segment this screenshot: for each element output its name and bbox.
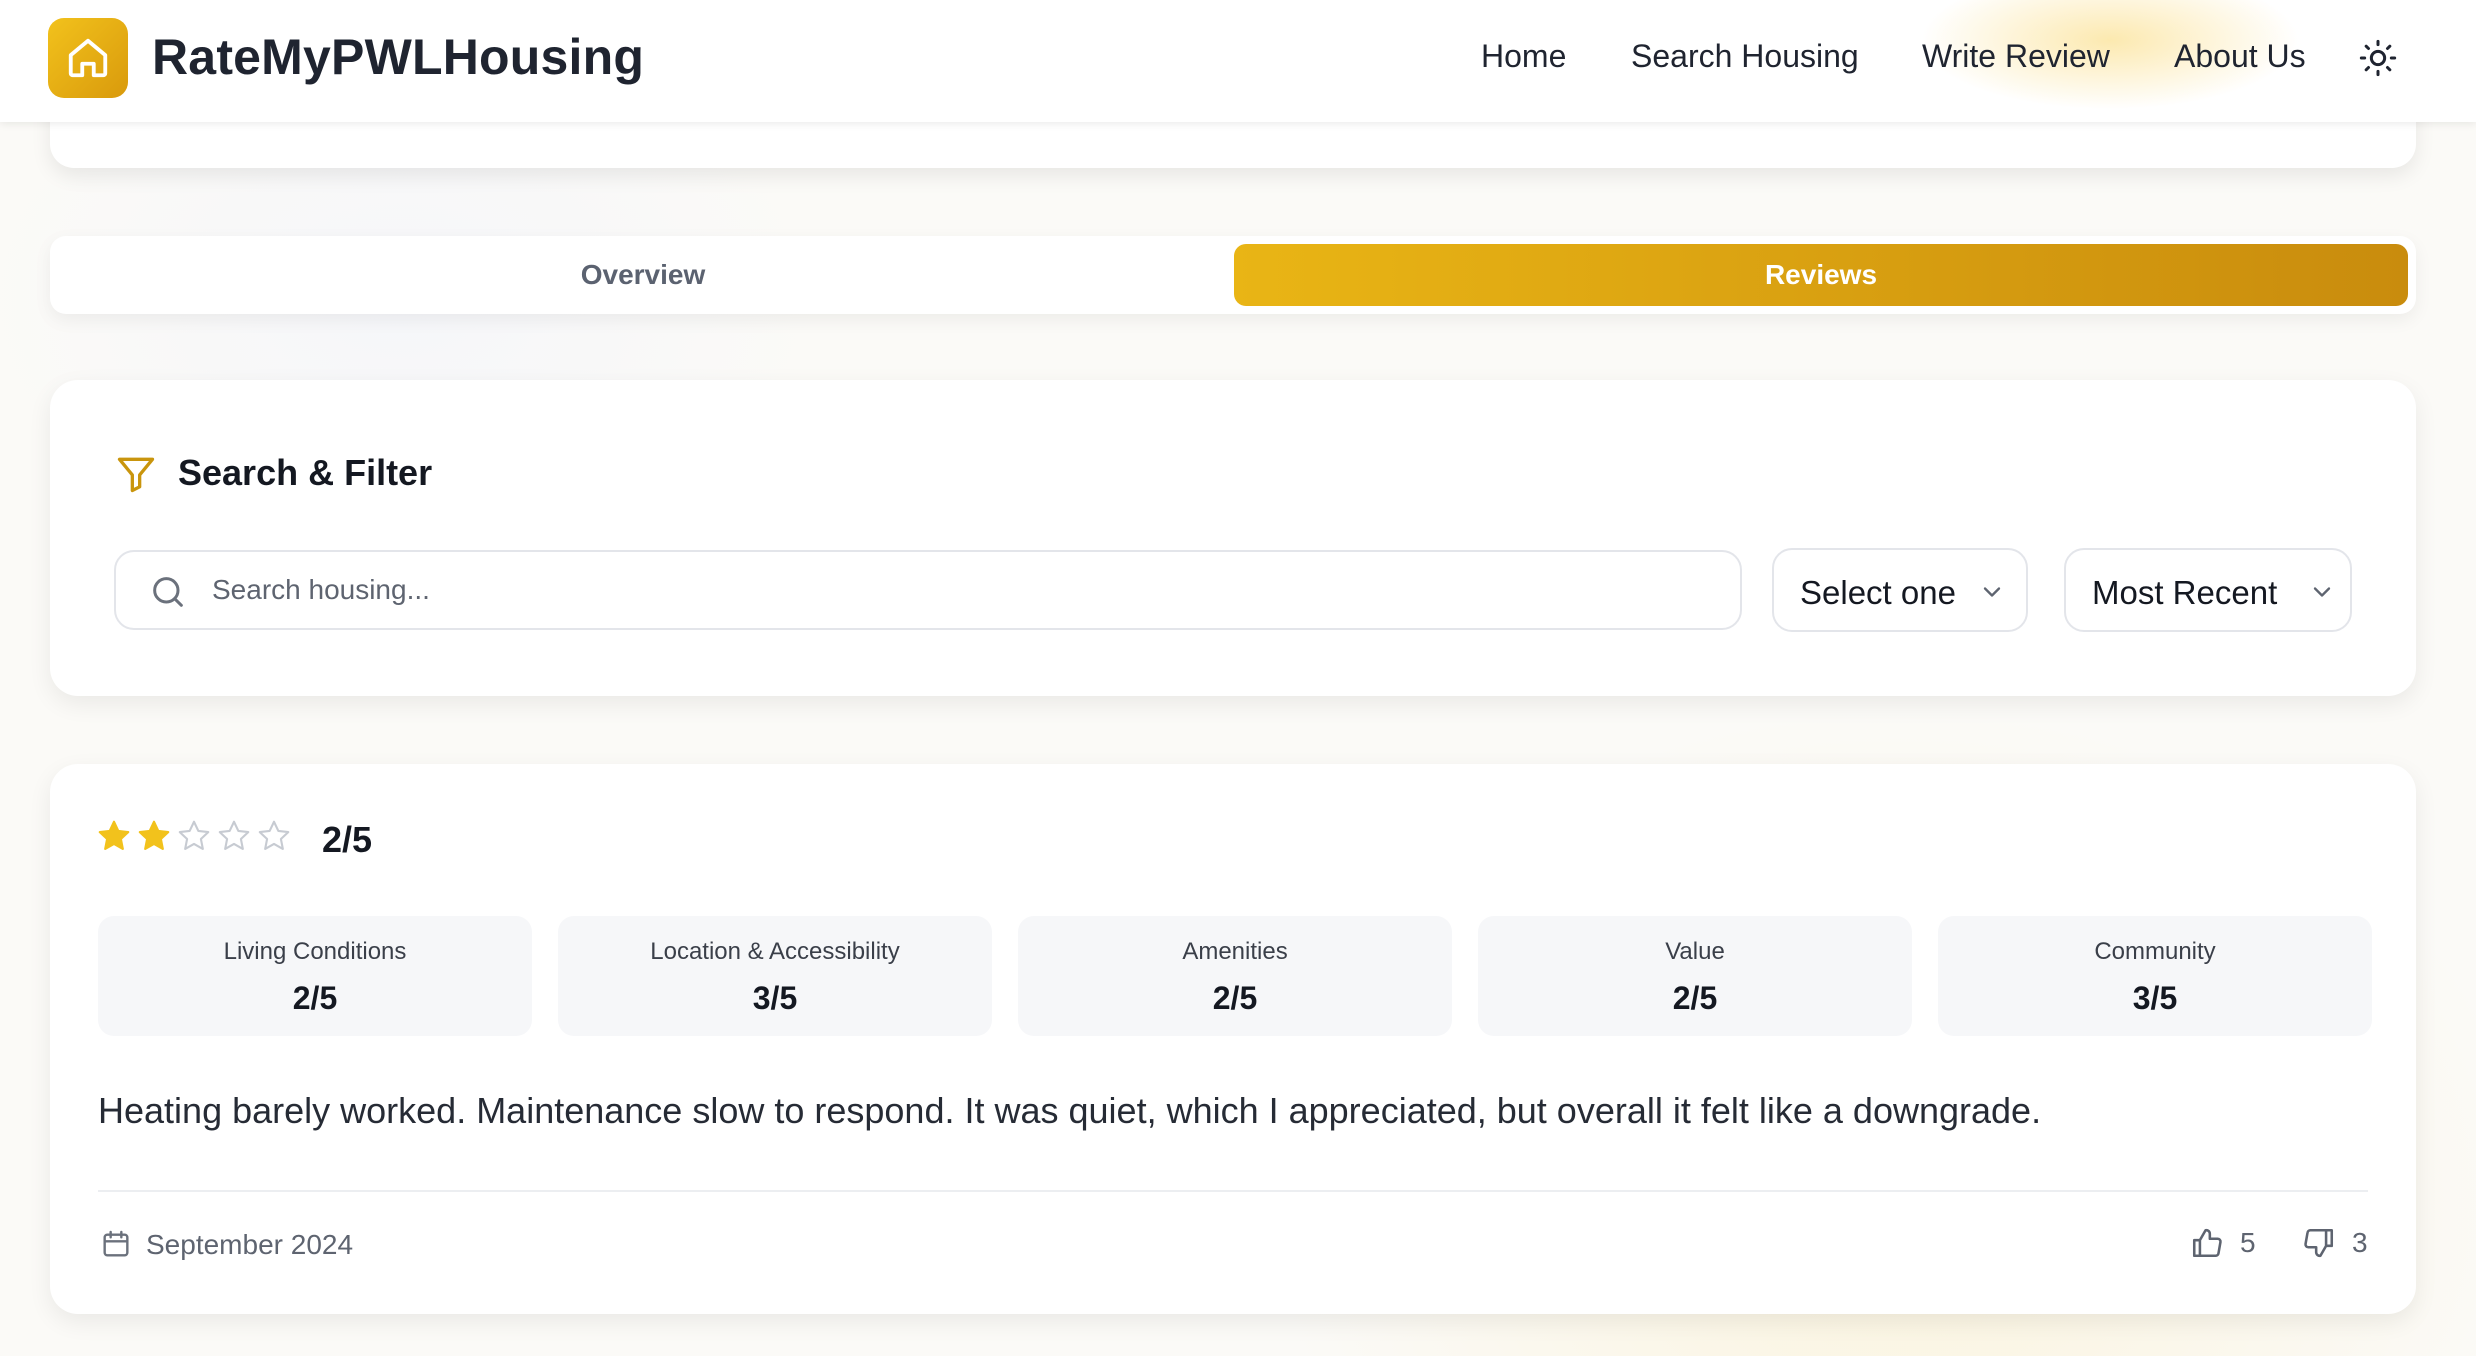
nav-search-housing[interactable]: Search Housing <box>1631 38 1859 75</box>
theme-toggle-button[interactable] <box>2358 38 2398 78</box>
star-empty-icon <box>178 820 210 850</box>
search-icon <box>153 577 183 607</box>
category-name: Community <box>2094 938 2216 965</box>
search-input[interactable] <box>212 552 1712 628</box>
category-name: Location & Accessibility <box>650 938 900 965</box>
nav-about-us[interactable]: About Us <box>2174 38 2306 75</box>
calendar-icon <box>103 1230 129 1257</box>
category-location-accessibility: Location & Accessibility 3/5 <box>558 916 992 1036</box>
unhelpful-button[interactable]: 3 <box>2302 1226 2368 1260</box>
overall-rating: 2/5 <box>322 819 373 860</box>
divider <box>98 1190 2368 1192</box>
category-living-conditions: Living Conditions 2/5 <box>98 916 532 1036</box>
sun-icon <box>2359 39 2397 77</box>
logo[interactable] <box>48 18 128 98</box>
nav-home[interactable]: Home <box>1481 38 1566 75</box>
filter-icon <box>117 457 155 493</box>
star-empty-icon <box>258 820 290 850</box>
sort-select[interactable]: Most Recent <box>2064 548 2352 632</box>
category-value: 3/5 <box>752 980 798 1016</box>
category-value: 2/5 <box>1672 980 1718 1016</box>
chevron-down-icon <box>1983 587 2001 597</box>
thumbs-up-icon <box>2192 1228 2222 1258</box>
category-value: 3/5 <box>2132 980 2178 1016</box>
tab-bar: Overview Reviews <box>50 236 2416 314</box>
thumbs-down-icon <box>2304 1228 2334 1258</box>
filter-title: Search & Filter <box>178 452 433 493</box>
helpful-count: 5 <box>2240 1227 2256 1258</box>
helpful-button[interactable]: 5 <box>2190 1226 2256 1260</box>
category-value: 2/5 <box>292 980 338 1016</box>
category-name: Amenities <box>1182 938 1288 965</box>
search-box <box>114 550 1742 630</box>
type-select[interactable]: Select one <box>1772 548 2028 632</box>
category-name: Living Conditions <box>223 938 407 965</box>
nav-write-review[interactable]: Write Review <box>1922 38 2110 75</box>
brand-name[interactable]: RateMyPWLHousing <box>152 28 644 86</box>
tab-overview[interactable]: Overview <box>58 244 1228 306</box>
star-filled-icon <box>138 820 170 850</box>
category-amenities: Amenities 2/5 <box>1018 916 1452 1036</box>
category-name: Value <box>1665 938 1725 965</box>
unhelpful-count: 3 <box>2352 1227 2368 1258</box>
star-rating <box>96 818 292 854</box>
star-empty-icon <box>218 820 250 850</box>
review-text: Heating barely worked. Maintenance slow … <box>98 1090 2042 1131</box>
sort-select-value: Most Recent <box>2092 574 2278 611</box>
tab-reviews[interactable]: Reviews <box>1234 244 2408 306</box>
category-ratings: Living Conditions 2/5 Location & Accessi… <box>98 916 2372 1036</box>
type-select-value: Select one <box>1800 574 1956 611</box>
search-filter-card: Search & Filter Select one Most Recent <box>50 380 2416 696</box>
home-icon <box>68 38 108 78</box>
chevron-down-icon <box>2313 587 2331 597</box>
review-date: September 2024 <box>146 1229 354 1260</box>
star-filled-icon <box>98 820 130 850</box>
category-community: Community 3/5 <box>1938 916 2372 1036</box>
category-value-rating: Value 2/5 <box>1478 916 1912 1036</box>
category-value: 2/5 <box>1212 980 1258 1016</box>
top-navbar: RateMyPWLHousing Home Search Housing Wri… <box>0 0 2476 122</box>
review-card: 2/5 Living Conditions 2/5 Location & Acc… <box>50 764 2416 1314</box>
